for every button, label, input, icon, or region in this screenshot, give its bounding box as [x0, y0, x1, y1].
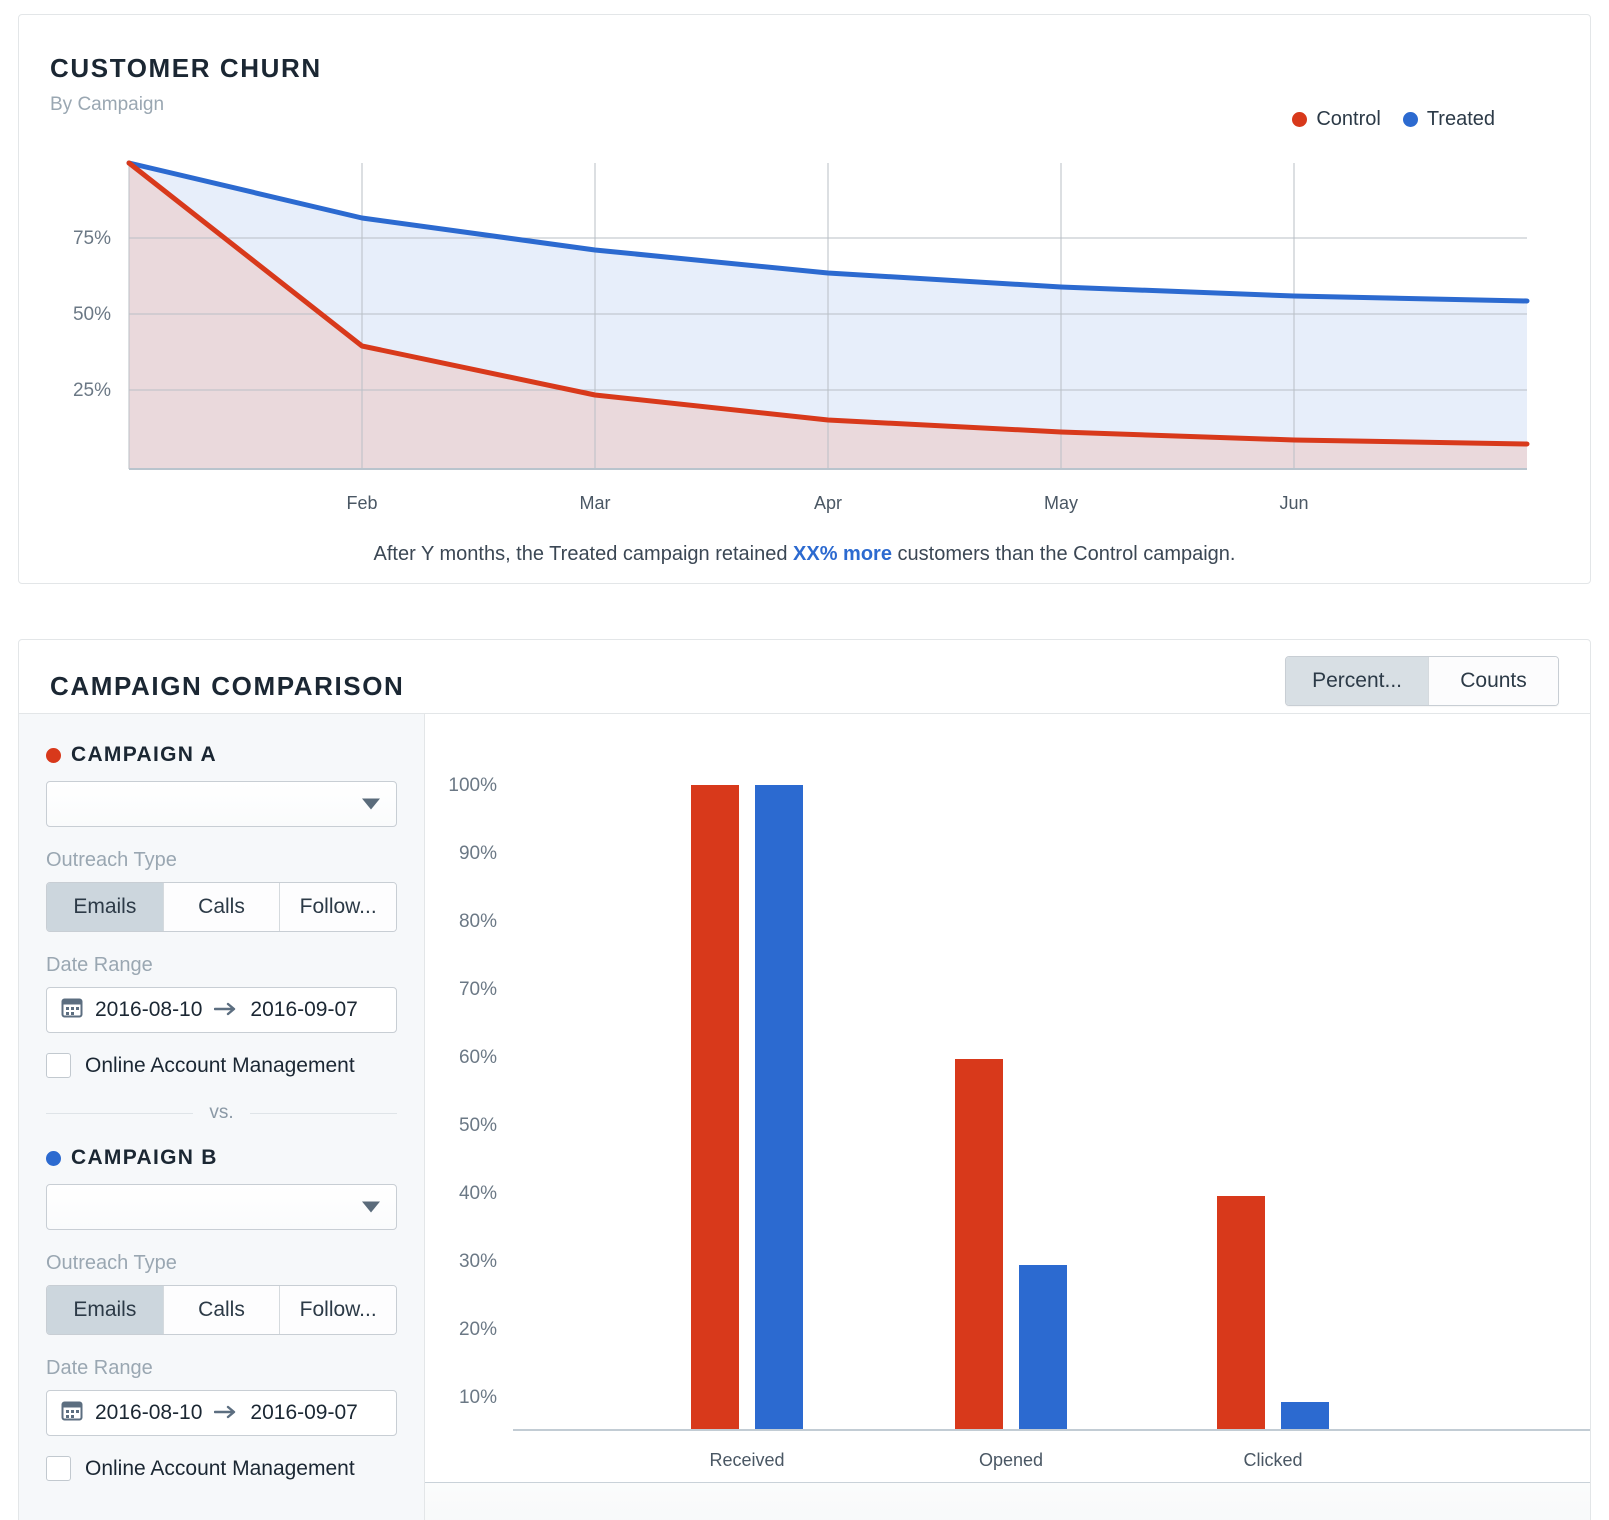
bar-category-opened: Opened: [978, 1450, 1044, 1470]
caption-after: customers than the Control campaign.: [891, 543, 1236, 565]
bar-y-tick-40: 40%: [459, 1183, 497, 1204]
bar-clicked-a: [1217, 1196, 1265, 1430]
x-tick-1: Mar: [579, 493, 611, 513]
bar-y-tick-20: 20%: [459, 1319, 497, 1340]
campaign-b-outreach-calls[interactable]: Calls: [162, 1286, 280, 1334]
arrow-right-icon: [214, 1401, 238, 1425]
campaign-b-online-account-checkbox[interactable]: [46, 1456, 71, 1481]
campaign-b-date-range[interactable]: 2016-08-10 2016-09-07: [46, 1390, 397, 1436]
tab-percent[interactable]: Percent...: [1286, 657, 1428, 705]
campaign-b-outreach-followups[interactable]: Follow...: [279, 1286, 396, 1334]
campaign-a-heading: CAMPAIGN A: [46, 743, 397, 767]
x-tick-0: Feb: [346, 493, 378, 513]
legend-item-treated[interactable]: Treated: [1402, 108, 1495, 131]
chevron-down-icon: [362, 1201, 380, 1213]
comparison-header: CAMPAIGN COMPARISON Percent... Counts: [19, 640, 1590, 714]
bar-y-tick-60: 60%: [459, 1047, 497, 1068]
churn-header: CUSTOMER CHURN By Campaign: [19, 15, 1590, 116]
campaign-a-select[interactable]: [46, 781, 397, 827]
campaign-a-date-end: 2016-09-07: [250, 998, 358, 1021]
churn-x-axis: Feb Mar Apr May Jun: [19, 493, 1590, 523]
bar-y-tick-100: 100%: [448, 775, 497, 796]
bar-received-b: [755, 785, 803, 1430]
campaign-b-select[interactable]: [46, 1184, 397, 1230]
vs-divider: vs.: [46, 1102, 397, 1124]
bar-category-clicked: Clicked: [1243, 1450, 1303, 1470]
legend-label-control: Control: [1316, 108, 1381, 130]
caption-before: After Y months, the Treated campaign ret…: [373, 543, 794, 565]
campaign-b-date-start: 2016-08-10: [95, 1401, 203, 1424]
legend-label-treated: Treated: [1426, 108, 1495, 130]
campaign-a-outreach-group[interactable]: Emails Calls Follow...: [46, 882, 397, 932]
campaign-a-date-range[interactable]: 2016-08-10 2016-09-07: [46, 987, 397, 1033]
churn-chart-svg: 75% 50% 25%: [73, 160, 1530, 470]
bar-chart-footer: [425, 1482, 1590, 1520]
campaign-a-online-account-label: Online Account Management: [85, 1053, 355, 1077]
bar-y-tick-90: 90%: [459, 843, 497, 864]
campaign-a-outreach-calls[interactable]: Calls: [162, 883, 280, 931]
campaign-a-date-start: 2016-08-10: [95, 998, 203, 1021]
bar-category-received: Received: [709, 1450, 785, 1470]
dashboard-page: CUSTOMER CHURN By Campaign Control Treat…: [0, 14, 1609, 1520]
comparison-body: CAMPAIGN A Outreach Type Emails Calls Fo…: [19, 714, 1590, 1520]
chevron-down-icon: [362, 798, 380, 810]
customer-churn-card: CUSTOMER CHURN By Campaign Control Treat…: [18, 14, 1591, 584]
campaign-b-dot-icon: [46, 1150, 61, 1166]
churn-line-chart: 75% 50% 25%: [19, 145, 1590, 495]
mode-toggle[interactable]: Percent... Counts: [1285, 656, 1559, 706]
bar-clicked-b: [1281, 1402, 1329, 1430]
bar-opened-b: [1019, 1265, 1067, 1430]
caption-highlight: XX% more: [793, 543, 892, 565]
campaign-b-online-account-label: Online Account Management: [85, 1456, 355, 1480]
x-tick-3: May: [1043, 493, 1079, 513]
calendar-icon: [61, 1399, 83, 1427]
tab-counts[interactable]: Counts: [1428, 657, 1558, 705]
bar-y-tick-50: 50%: [459, 1115, 497, 1136]
page-title: CUSTOMER CHURN: [50, 53, 322, 83]
campaign-a-outreach-label: Outreach Type: [46, 849, 177, 871]
bar-received-a: [691, 785, 739, 1430]
campaign-a-outreach-followups[interactable]: Follow...: [279, 883, 396, 931]
campaign-a-outreach-emails[interactable]: Emails: [47, 883, 163, 931]
campaign-comparison-card: CAMPAIGN COMPARISON Percent... Counts CA…: [18, 639, 1591, 1520]
legend-item-control[interactable]: Control: [1292, 108, 1381, 131]
campaign-b-heading: CAMPAIGN B: [46, 1146, 397, 1170]
campaign-a-dot-icon: [46, 747, 61, 763]
campaign-a-label: CAMPAIGN A: [71, 743, 217, 766]
bar-y-tick-80: 80%: [459, 911, 497, 932]
campaign-b-online-account-row[interactable]: Online Account Management: [46, 1456, 397, 1481]
bar-y-tick-10: 10%: [459, 1387, 497, 1408]
calendar-icon: [61, 996, 83, 1024]
campaign-b-outreach-label: Outreach Type: [46, 1252, 177, 1274]
vs-label: vs.: [209, 1102, 234, 1123]
y-tick-50: 50%: [73, 304, 111, 325]
legend-dot-treated-icon: [1402, 112, 1418, 127]
campaign-b-date-label: Date Range: [46, 1357, 153, 1379]
comparison-title: CAMPAIGN COMPARISON: [50, 671, 405, 701]
campaign-a-date-label: Date Range: [46, 954, 153, 976]
campaign-b-date-end: 2016-09-07: [250, 1401, 358, 1424]
campaign-a-online-account-row[interactable]: Online Account Management: [46, 1053, 397, 1078]
x-tick-2: Apr: [813, 493, 843, 513]
bar-chart-svg: 100% 90% 80% 70% 60% 50% 40% 30% 20% 10%: [448, 775, 1590, 1431]
arrow-right-icon: [214, 998, 238, 1022]
campaign-a-online-account-checkbox[interactable]: [46, 1053, 71, 1078]
campaign-b-label: CAMPAIGN B: [71, 1146, 218, 1169]
campaign-b-outreach-group[interactable]: Emails Calls Follow...: [46, 1285, 397, 1335]
comparison-sidebar: CAMPAIGN A Outreach Type Emails Calls Fo…: [19, 714, 425, 1520]
churn-legend: Control Treated: [1292, 108, 1495, 131]
bar-y-tick-70: 70%: [459, 979, 497, 1000]
comparison-bar-chart: 100% 90% 80% 70% 60% 50% 40% 30% 20% 10%: [425, 714, 1590, 1520]
campaign-b-outreach-emails[interactable]: Emails: [47, 1286, 163, 1334]
y-tick-75: 75%: [73, 228, 111, 249]
legend-dot-control-icon: [1292, 112, 1308, 127]
bar-opened-a: [955, 1059, 1003, 1430]
bar-y-tick-30: 30%: [459, 1251, 497, 1272]
x-tick-4: Jun: [1279, 493, 1309, 513]
churn-caption: After Y months, the Treated campaign ret…: [19, 543, 1590, 566]
y-tick-25: 25%: [73, 380, 111, 401]
